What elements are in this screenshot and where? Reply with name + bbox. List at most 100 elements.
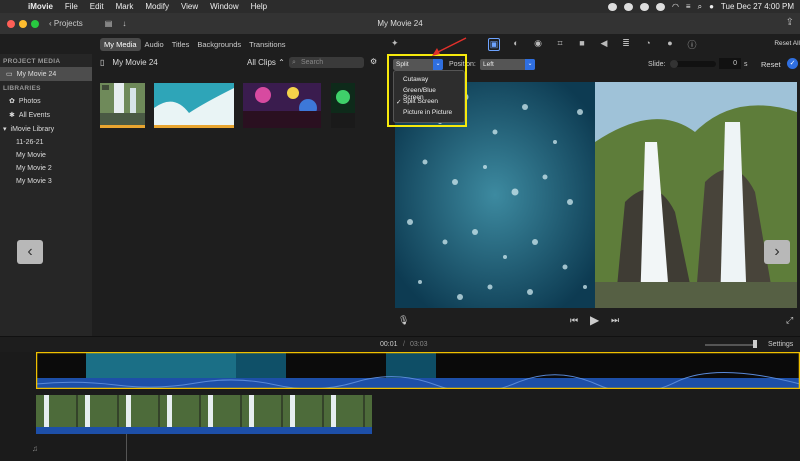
disclosure-down-icon: ▾ (3, 126, 7, 133)
info-icon[interactable]: ⓘ (686, 38, 698, 51)
slide-slider[interactable] (670, 60, 716, 68)
photos-icon: ✿ (9, 98, 15, 105)
video-overlay-icon[interactable]: ▣ (488, 37, 500, 51)
libraries-heading: LIBRARIES (3, 85, 41, 92)
tab-titles[interactable]: Titles (168, 38, 194, 51)
menubar-clock[interactable]: Tue Dec 27 4:00 PM (721, 2, 794, 11)
clip-thumbnail-ocean[interactable] (154, 83, 234, 128)
sidebar-toggle-icon[interactable]: ▯ (100, 58, 104, 67)
sidebar-item-label: My Movie 24 (16, 70, 57, 78)
tab-transitions[interactable]: Transitions (245, 38, 289, 51)
menu-modify[interactable]: Modify (139, 2, 175, 11)
tab-backgrounds[interactable]: Backgrounds (193, 38, 245, 51)
timeline-settings-button[interactable]: Settings (768, 341, 793, 348)
playback-controls: 🎙︎ ⏮︎ ▶ ⏭︎ ⤢ (386, 312, 800, 332)
crop-icon[interactable]: ⌗ (554, 38, 566, 51)
user-icon[interactable]: ● (709, 2, 714, 11)
previous-arrow-button[interactable]: ‹ (17, 240, 43, 264)
color-correction-icon[interactable]: ◉ (532, 38, 544, 51)
seconds-unit: s (744, 61, 748, 68)
status-icon-4[interactable] (655, 2, 665, 11)
overlay-clip-track[interactable] (36, 352, 800, 389)
menu-window[interactable]: Window (204, 2, 244, 11)
sidebar-item-all-events[interactable]: ✱ All Events (0, 108, 92, 122)
film-icon: ▭ (6, 71, 13, 78)
reset-all-button[interactable]: Reset All (774, 40, 800, 47)
volume-icon[interactable]: ◀ (598, 38, 610, 51)
current-time: 00:01 (380, 341, 398, 348)
menu-file[interactable]: File (59, 2, 84, 11)
sidebar-item-label: All Events (18, 111, 50, 119)
magic-wand-icon[interactable]: ✦ (391, 38, 399, 49)
microphone-icon[interactable]: 🎙︎ (398, 315, 409, 326)
zoom-slider[interactable] (705, 344, 755, 346)
slider-knob[interactable] (670, 60, 678, 68)
next-arrow-button[interactable]: › (764, 240, 790, 264)
menu-mark[interactable]: Mark (110, 2, 140, 11)
share-icon[interactable]: ⇪ (786, 17, 794, 28)
search-input[interactable]: ⌕ Search (289, 57, 364, 68)
menu-edit[interactable]: Edit (84, 2, 110, 11)
zoom-window-button[interactable] (31, 19, 39, 28)
speed-icon[interactable]: ◔ (642, 38, 654, 51)
sidebar-item-event[interactable]: My Movie (0, 149, 92, 162)
equalizer-icon[interactable]: ≣ (620, 38, 632, 51)
import-arrow-icon[interactable]: ↓ (122, 19, 126, 28)
skip-back-icon[interactable]: ⏮︎ (570, 315, 578, 326)
fullscreen-icon[interactable]: ⤢ (786, 315, 793, 326)
star-icon: ✱ (9, 112, 15, 119)
reset-button[interactable]: Reset (761, 60, 781, 69)
menu-bar: iMovie File Edit Mark Modify View Window… (0, 0, 800, 13)
media-browser: ▯ My Movie 24 All Clips ⌃ ⌕ Search ⚙ (92, 54, 386, 336)
tab-audio[interactable]: Audio (141, 38, 168, 51)
window-title: My Movie 24 (377, 19, 423, 28)
sidebar-item-event[interactable]: 11-26-21 (0, 136, 92, 149)
sidebar-item-project[interactable]: ▭ My Movie 24 (0, 67, 92, 81)
control-center-icon[interactable]: ≡ (686, 2, 691, 11)
menu-imovie[interactable]: iMovie (22, 2, 59, 11)
timeline: ♫ (0, 352, 800, 461)
chevron-down-icon: ⌄ (525, 59, 535, 70)
layout-toggle-icon[interactable]: ▤ (105, 19, 113, 28)
browser-title: My Movie 24 (112, 58, 158, 67)
tab-my-media[interactable]: My Media (100, 37, 141, 51)
position-value: Left (483, 61, 494, 68)
color-balance-icon[interactable]: ◐ (510, 38, 522, 51)
search-placeholder: Search (301, 59, 324, 66)
wifi-icon[interactable]: ◠ (672, 2, 679, 11)
waterfall-clip-track[interactable] (36, 395, 372, 434)
annotation-highlight-box (387, 54, 467, 127)
apply-checkmark-icon[interactable]: ✓ (787, 58, 798, 69)
sidebar-item-event[interactable]: My Movie 3 (0, 175, 92, 188)
menu-help[interactable]: Help (245, 2, 273, 11)
status-icon-1[interactable] (607, 2, 617, 11)
clip-thumbnail-party[interactable] (243, 83, 321, 128)
sidebar-item-event[interactable]: My Movie 2 (0, 162, 92, 175)
zoom-slider-knob[interactable] (753, 340, 757, 348)
sidebar-item-label: Photos (18, 97, 41, 105)
sidebar-item-photos[interactable]: ✿ Photos (0, 94, 92, 108)
minimize-window-button[interactable] (19, 19, 27, 28)
time-separator: / (403, 341, 405, 348)
position-popup[interactable]: Left ⌄ (480, 59, 535, 70)
status-icon-2[interactable] (623, 2, 633, 11)
stabilization-icon[interactable]: ■ (576, 38, 588, 51)
clip-thumbnail-waterfall[interactable] (100, 83, 145, 128)
play-icon[interactable]: ▶ (590, 313, 599, 327)
status-icon-3[interactable] (639, 2, 649, 11)
projects-back-button[interactable]: ‹ Projects (49, 19, 83, 28)
slide-duration-input[interactable]: 0 (719, 58, 741, 69)
close-window-button[interactable] (7, 19, 15, 28)
clip-filter-icon[interactable]: ● (664, 38, 676, 51)
search-spotlight-icon[interactable]: ⌕ (698, 2, 702, 12)
library-sidebar: PROJECT MEDIA ▭ My Movie 24 LIBRARIES ✿ … (0, 54, 92, 336)
skip-forward-icon[interactable]: ⏭︎ (611, 315, 619, 326)
clips-filter-dropdown[interactable]: All Clips ⌃ (247, 58, 285, 67)
clip-thumbnail-lights[interactable] (331, 83, 355, 128)
settings-gear-icon[interactable]: ⚙ (370, 57, 377, 66)
media-tabs: My Media Audio Titles Backgrounds Transi… (0, 34, 385, 54)
window-toolbar: ‹ Projects ▤ ↓ My Movie 24 ⇪ (0, 13, 800, 34)
sidebar-item-library[interactable]: ▾ iMovie Library (0, 122, 92, 136)
annotation-arrow-icon (432, 37, 467, 56)
menu-view[interactable]: View (175, 2, 204, 11)
